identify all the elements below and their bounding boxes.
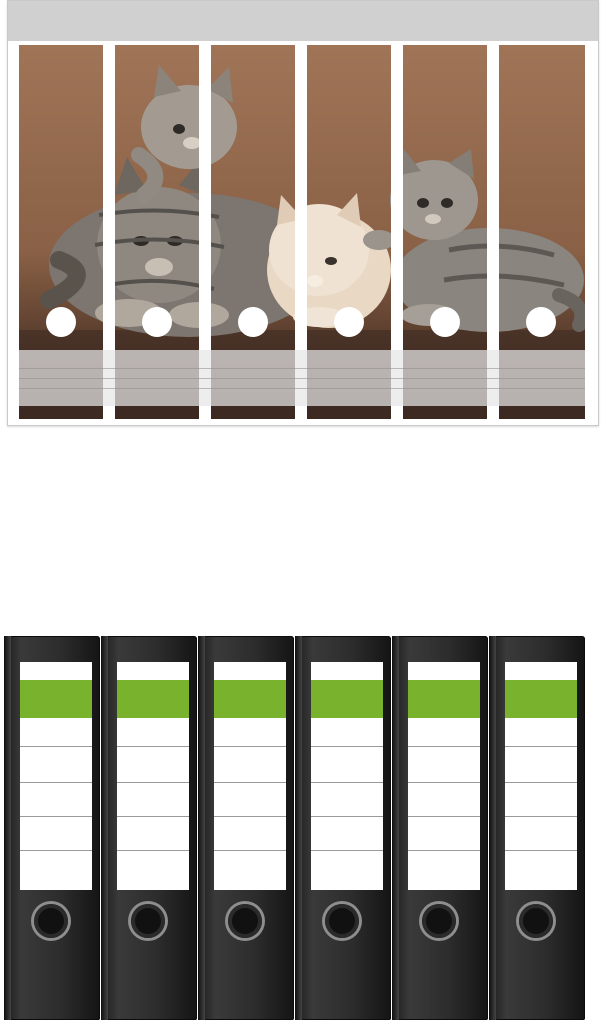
label-rule [505,850,577,851]
label-rule [505,746,577,747]
label-rule [408,816,480,817]
green-label-band [505,680,577,718]
spine-label [408,662,480,890]
finger-hole [142,307,172,337]
finger-hole [46,307,76,337]
green-label-band [214,680,286,718]
label-rule [505,782,577,783]
label-rule [20,816,92,817]
label-rule [214,782,286,783]
binder [489,636,585,1020]
binder [101,636,197,1020]
writing-line [19,388,585,389]
finger-hole [430,307,460,337]
ring-finger-hole [422,904,456,938]
sheet-header-bar [8,1,598,41]
kittens-photo [19,45,585,419]
ring-finger-hole [325,904,359,938]
spine-label [117,662,189,890]
label-rule [20,746,92,747]
writing-line [19,378,585,379]
binder-edge [101,636,108,1020]
binder [4,636,100,1020]
binder-edge [295,636,302,1020]
green-label-band [311,680,383,718]
green-label-band [117,680,189,718]
binder [295,636,391,1020]
ring-finger-hole [228,904,262,938]
spine-label [20,662,92,890]
label-rule [214,746,286,747]
ring-finger-hole [131,904,165,938]
label-rule [20,782,92,783]
binder-edge [198,636,205,1020]
binder-edge [489,636,496,1020]
binder [392,636,488,1020]
ring-finger-hole [34,904,68,938]
writing-line [19,368,585,369]
writing-band [19,350,585,406]
label-rule [214,850,286,851]
binder-row [0,636,604,1024]
spine-label [214,662,286,890]
label-rule [117,816,189,817]
label-rule [311,782,383,783]
finger-hole [238,307,268,337]
label-rule [505,816,577,817]
label-rule [311,746,383,747]
label-rule [214,816,286,817]
finger-hole [526,307,556,337]
green-label-band [20,680,92,718]
binder [198,636,294,1020]
label-rule [311,850,383,851]
spine-label [505,662,577,890]
ring-finger-hole [519,904,553,938]
label-rule [408,746,480,747]
green-label-band [408,680,480,718]
label-sheet [7,0,599,426]
label-rule [20,850,92,851]
product-preview [0,0,604,1024]
label-rule [117,782,189,783]
label-rule [408,782,480,783]
label-rule [408,850,480,851]
label-rule [117,746,189,747]
spine-label [311,662,383,890]
finger-hole [334,307,364,337]
binder-edge [4,636,11,1020]
binder-edge [392,636,399,1020]
label-rule [311,816,383,817]
label-rule [117,850,189,851]
